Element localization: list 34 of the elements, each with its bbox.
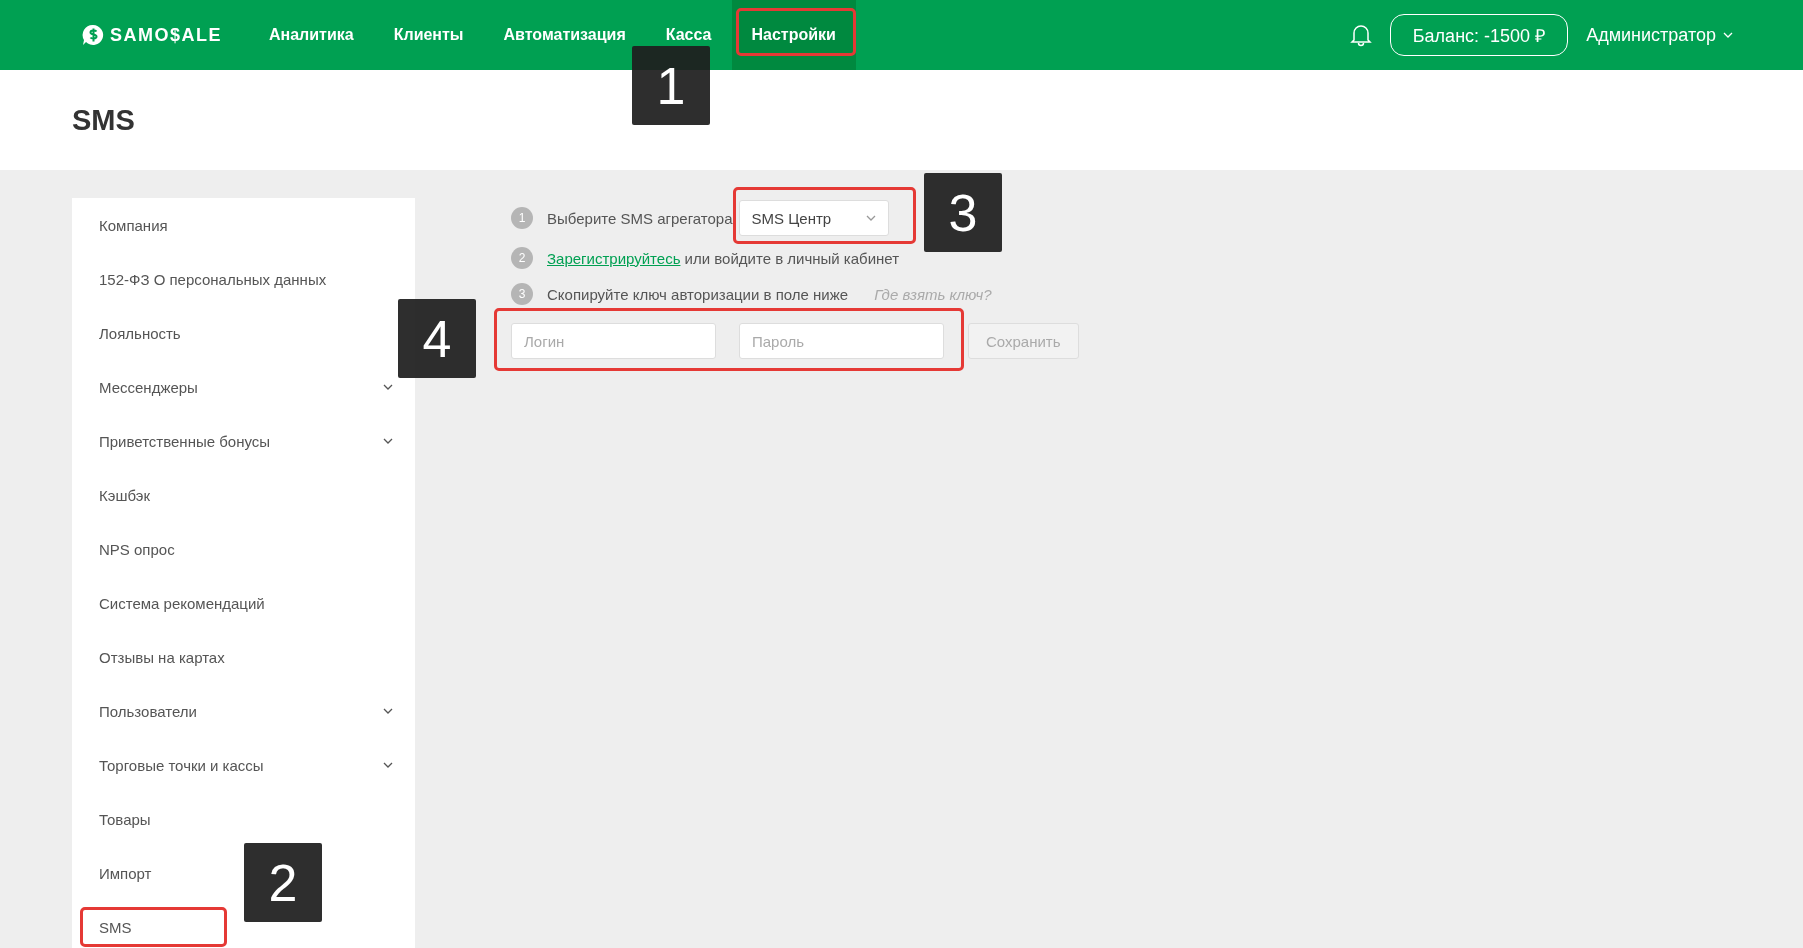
sidebar-item[interactable]: 152-ФЗ О персональных данных bbox=[99, 270, 327, 288]
sidebar-item[interactable]: Мессенджеры bbox=[99, 378, 198, 396]
annotation-tooltip: 4 bbox=[398, 299, 476, 378]
step-number: 3 bbox=[511, 283, 533, 305]
sidebar-item[interactable]: Пользователи bbox=[99, 702, 197, 720]
nav-tab[interactable]: Настройки bbox=[731, 0, 856, 70]
sidebar-item[interactable]: Торговые точки и кассы bbox=[99, 756, 264, 774]
sidebar-item[interactable]: Система рекомендаций bbox=[99, 594, 265, 612]
page-title: SMS bbox=[72, 103, 135, 137]
aggregator-select[interactable]: SMS Центр bbox=[738, 200, 889, 236]
sidebar-item[interactable]: NPS опрос bbox=[99, 540, 175, 558]
sidebar-item[interactable]: Товары bbox=[99, 810, 151, 828]
step-text: Зарегистрируйтесь или войдите в личный кабинет bbox=[547, 249, 900, 267]
step-text: Выберите SMS агрегатора bbox=[547, 209, 733, 227]
logo-text: SAMO$ALE bbox=[110, 24, 222, 46]
step-number: 1 bbox=[511, 207, 533, 229]
annotation-tooltip: 1 bbox=[632, 46, 710, 125]
chevron-down-icon bbox=[865, 215, 876, 221]
sidebar-item[interactable]: Кэшбэк bbox=[99, 486, 151, 504]
sidebar-item[interactable]: Приветственные бонусы bbox=[99, 432, 271, 450]
bell-icon[interactable] bbox=[1349, 23, 1372, 47]
password-field[interactable]: Пароль bbox=[739, 323, 944, 359]
sidebar-item[interactable]: Отзывы на картах bbox=[99, 648, 225, 666]
sidebar-item[interactable]: Импорт bbox=[99, 864, 152, 882]
annotation-tooltip: 3 bbox=[924, 173, 1002, 252]
sidebar-item[interactable]: Компания bbox=[99, 216, 168, 234]
step-number: 2 bbox=[511, 247, 533, 269]
sidebar-item[interactable]: SMS bbox=[99, 918, 132, 936]
annotation-tooltip: 2 bbox=[244, 843, 322, 922]
chevron-down-icon bbox=[1723, 32, 1733, 38]
step-text: Скопируйте ключ авторизации в поле ниже bbox=[547, 285, 849, 303]
logo-icon bbox=[82, 24, 104, 46]
login-field[interactable]: Логин bbox=[511, 323, 716, 359]
sidebar-item[interactable]: Лояльность bbox=[99, 324, 181, 342]
